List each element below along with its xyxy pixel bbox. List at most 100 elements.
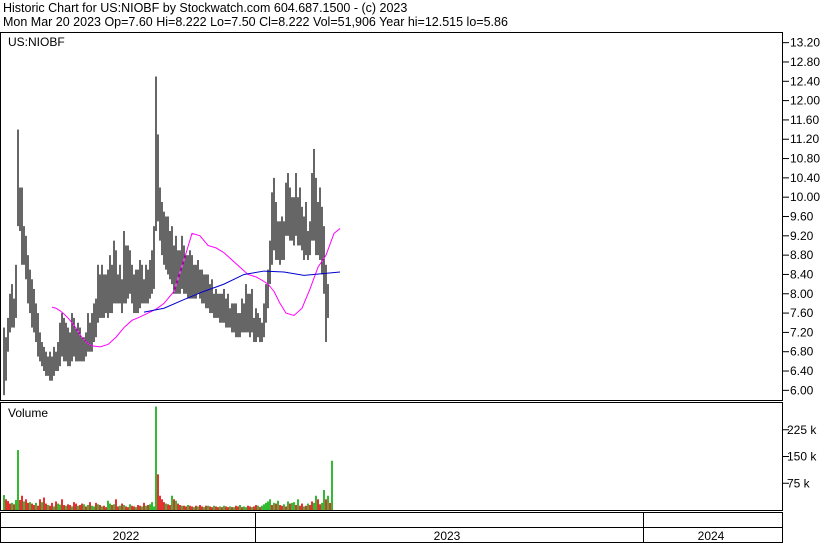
- volume-bar: [331, 460, 333, 510]
- volume-bar: [47, 505, 49, 510]
- year-label-2024: 2024: [698, 529, 725, 543]
- volume-bar: [291, 502, 293, 510]
- price-tick-label: 7.60: [790, 306, 814, 320]
- volume-bar: [265, 502, 267, 510]
- volume-bar: [53, 506, 55, 510]
- volume-bar: [285, 506, 287, 510]
- volume-bar: [147, 505, 149, 510]
- year-label-2023: 2023: [434, 529, 461, 543]
- volume-bar: [233, 507, 235, 510]
- volume-bar: [77, 505, 79, 510]
- volume-bar: [201, 506, 203, 510]
- volume-bar: [75, 503, 77, 510]
- price-tick-label: 10.80: [790, 152, 820, 166]
- volume-bar: [221, 507, 223, 510]
- volume-tick-label: 225 k: [787, 423, 817, 437]
- volume-bar: [153, 506, 155, 510]
- volume-bar: [323, 490, 325, 510]
- volume-bar: [193, 507, 195, 510]
- volume-bar: [311, 501, 313, 510]
- volume-bar: [81, 503, 83, 510]
- volume-bar: [181, 505, 183, 510]
- volume-bar: [293, 502, 295, 510]
- volume-bar: [289, 503, 291, 510]
- volume-bar: [15, 500, 17, 510]
- volume-bar: [111, 505, 113, 510]
- volume-bar: [117, 506, 119, 510]
- volume-bar: [253, 506, 255, 510]
- volume-bar: [261, 505, 263, 510]
- volume-bar: [243, 506, 245, 510]
- volume-bar: [89, 502, 91, 510]
- volume-bar: [3, 495, 5, 510]
- volume-bar: [113, 504, 115, 510]
- volume-bar: [151, 502, 153, 510]
- volume-bar: [105, 507, 107, 510]
- volume-bar: [97, 504, 99, 510]
- volume-bar: [281, 505, 283, 510]
- volume-bar: [79, 505, 81, 510]
- year-label-2022: 2022: [113, 529, 140, 543]
- price-tick-label: 6.40: [790, 364, 814, 378]
- volume-bar: [107, 500, 109, 510]
- volume-bar: [255, 505, 257, 510]
- volume-bar: [55, 501, 57, 510]
- volume-bar: [321, 502, 323, 510]
- volume-bar: [237, 506, 239, 510]
- price-tick-label: 6.00: [790, 383, 814, 397]
- volume-panel-frame: [0, 402, 783, 511]
- volume-tick-label: 75 k: [787, 476, 811, 490]
- volume-bar: [115, 499, 117, 510]
- volume-bar: [161, 499, 163, 510]
- volume-bar: [143, 502, 145, 510]
- volume-bar: [275, 503, 277, 510]
- volume-bar: [137, 505, 139, 510]
- volume-bar: [207, 505, 209, 510]
- price-tick-label: 10.40: [790, 171, 820, 185]
- volume-bar: [305, 505, 307, 510]
- volume-bar: [109, 503, 111, 510]
- volume-bar: [133, 506, 135, 510]
- volume-bar: [93, 506, 95, 510]
- price-tick-label: 12.80: [790, 55, 820, 69]
- volume-bar: [309, 505, 311, 510]
- volume-bar: [27, 502, 29, 510]
- volume-bar: [169, 505, 171, 510]
- volume-bar: [273, 502, 275, 510]
- volume-bar: [135, 507, 137, 510]
- volume-bar: [167, 504, 169, 510]
- volume-bar: [189, 505, 191, 510]
- volume-bar: [9, 503, 11, 510]
- volume-bar: [183, 505, 185, 510]
- price-panel-frame: [0, 32, 783, 401]
- volume-bar: [205, 505, 207, 510]
- volume-bar: [247, 505, 249, 510]
- volume-bar: [91, 505, 93, 510]
- volume-bar: [125, 506, 127, 510]
- volume-bar: [263, 504, 265, 510]
- volume-bar: [211, 507, 213, 510]
- volume-bar: [177, 503, 179, 510]
- volume-bar: [69, 505, 71, 510]
- volume-bar: [187, 505, 189, 510]
- volume-bar: [173, 499, 175, 510]
- volume-bar: [83, 504, 85, 510]
- volume-bar: [179, 505, 181, 510]
- volume-bar: [41, 502, 43, 510]
- volume-bar: [307, 503, 309, 510]
- price-tick-label: 8.80: [790, 248, 814, 262]
- volume-bar: [149, 504, 151, 510]
- volume-bar: [37, 505, 39, 510]
- volume-bar: [319, 504, 321, 510]
- volume-bar: [199, 505, 201, 510]
- stock-chart: US:NIOBF Volume 2022 2023 2024 13.20 12.8…: [0, 32, 820, 543]
- volume-panel-label: Volume: [8, 406, 48, 420]
- volume-bar: [249, 506, 251, 510]
- volume-bar: [315, 495, 317, 510]
- volume-bar: [223, 505, 225, 510]
- volume-bar: [5, 499, 7, 510]
- volume-bar: [209, 506, 211, 510]
- volume-bar: [239, 505, 241, 510]
- volume-bar: [121, 503, 123, 510]
- price-tick-label: 6.80: [790, 345, 814, 359]
